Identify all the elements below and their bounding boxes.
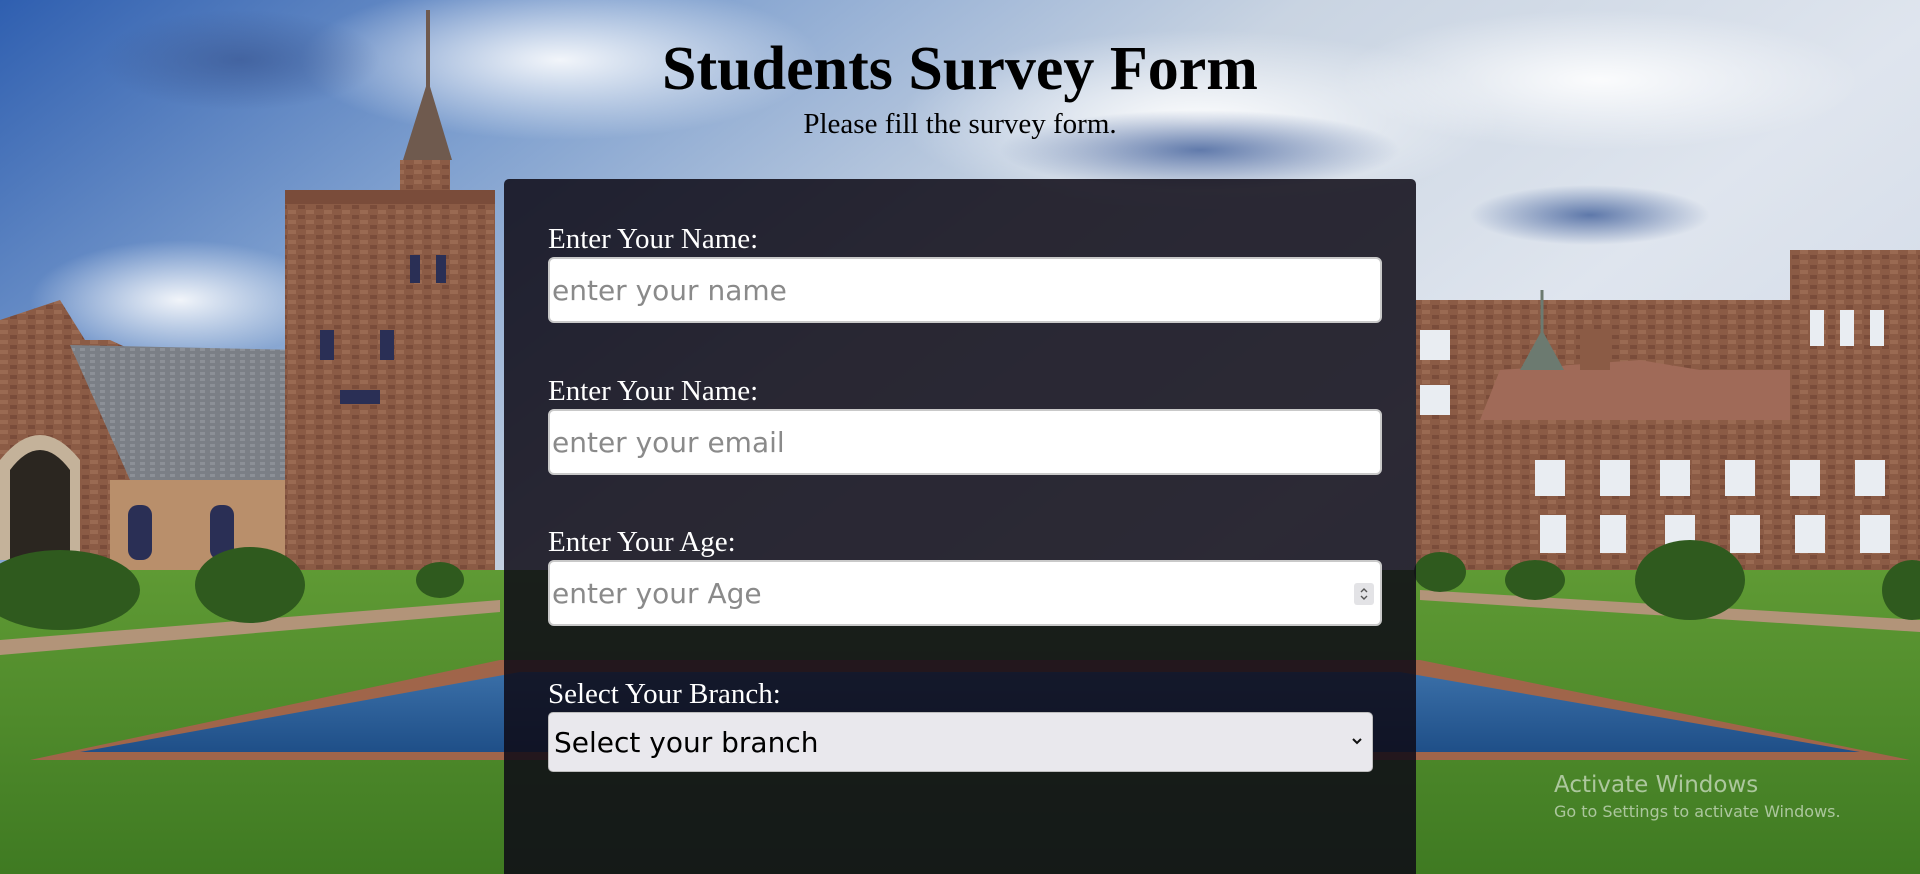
page-header: Students Survey Form Please fill the sur…	[0, 30, 1920, 140]
chevron-down-icon	[1352, 738, 1362, 745]
age-label: Enter Your Age:	[548, 526, 736, 558]
spinner-arrows-icon	[1360, 588, 1368, 600]
name-input[interactable]: enter your name	[548, 257, 1382, 323]
page-title: Students Survey Form	[662, 35, 1258, 103]
number-spinner-icon[interactable]	[1354, 583, 1374, 605]
email-field-group: Enter Your Name: enter your email	[548, 375, 1382, 475]
email-label: Enter Your Name:	[548, 375, 759, 407]
branch-field-group: Select Your Branch: Select your branch	[548, 678, 1373, 772]
age-input-placeholder: enter your Age	[552, 576, 762, 610]
email-input-placeholder: enter your email	[552, 425, 785, 459]
name-field-group: Enter Your Name: enter your name	[548, 223, 1382, 323]
page-subtitle: Please fill the survey form.	[803, 108, 1117, 140]
branch-select-value: Select your branch	[554, 725, 819, 759]
watermark-title: Activate Windows	[1554, 772, 1759, 798]
age-input[interactable]: enter your Age	[548, 560, 1382, 626]
branch-label: Select Your Branch:	[548, 678, 781, 710]
name-input-placeholder: enter your name	[552, 273, 787, 307]
name-label: Enter Your Name:	[548, 223, 759, 255]
watermark-subtitle: Go to Settings to activate Windows.	[1554, 802, 1841, 821]
survey-form: Enter Your Name: enter your name Enter Y…	[504, 179, 1416, 874]
email-input[interactable]: enter your email	[548, 409, 1382, 475]
activate-windows-watermark: Activate Windows Go to Settings to activ…	[1554, 770, 1841, 824]
branch-select[interactable]: Select your branch	[548, 712, 1373, 772]
age-field-group: Enter Your Age: enter your Age	[548, 526, 1382, 626]
